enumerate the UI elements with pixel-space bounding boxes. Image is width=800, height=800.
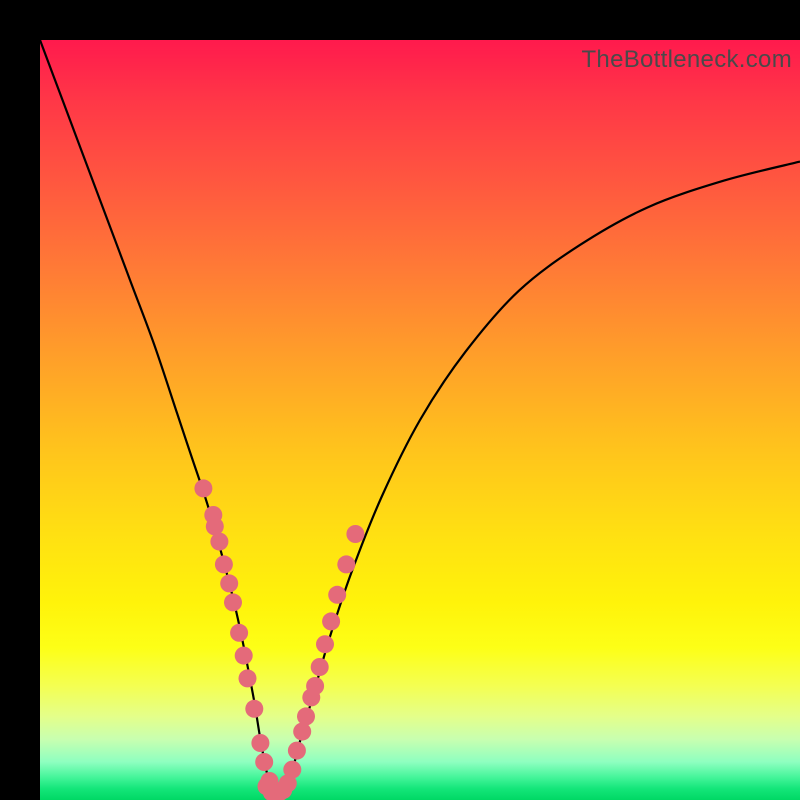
data-point xyxy=(322,612,340,630)
data-point xyxy=(346,525,364,543)
left-cluster xyxy=(194,479,288,800)
data-point xyxy=(230,624,248,642)
plot-area: TheBottleneck.com xyxy=(40,40,800,800)
data-point xyxy=(311,658,329,676)
chart-frame: TheBottleneck.com xyxy=(0,0,800,800)
data-point xyxy=(215,555,233,573)
data-point xyxy=(293,723,311,741)
data-point xyxy=(206,517,224,535)
data-point xyxy=(337,555,355,573)
data-point xyxy=(194,479,212,497)
data-point xyxy=(297,707,315,725)
chart-svg xyxy=(40,40,800,800)
data-point xyxy=(316,635,334,653)
data-point xyxy=(239,669,257,687)
data-point xyxy=(210,533,228,551)
data-point xyxy=(224,593,242,611)
data-point xyxy=(288,742,306,760)
data-point xyxy=(306,677,324,695)
data-point xyxy=(279,774,297,792)
right-cluster xyxy=(283,525,364,779)
data-point xyxy=(251,734,269,752)
data-point xyxy=(328,586,346,604)
data-point xyxy=(220,574,238,592)
data-point xyxy=(245,700,263,718)
bottleneck-curve xyxy=(40,40,800,794)
data-point xyxy=(255,753,273,771)
data-point xyxy=(235,647,253,665)
